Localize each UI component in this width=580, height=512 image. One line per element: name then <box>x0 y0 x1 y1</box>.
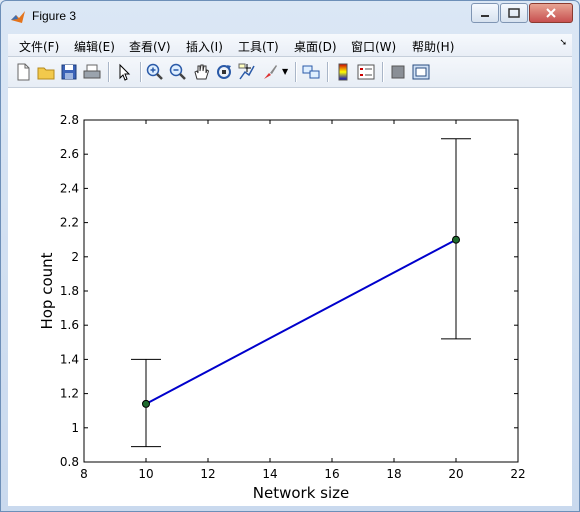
data-point <box>142 399 150 408</box>
figure-window: Figure 3 文件(F) 编辑(E) 查看(V) 插入(I) 工具(T) 桌… <box>0 0 580 512</box>
matlab-logo-icon <box>11 11 25 23</box>
figure-toolbar: ▼ <box>8 57 572 88</box>
minimize-button[interactable] <box>471 3 499 23</box>
y-tick-label: 0.8 <box>60 455 79 469</box>
x-tick-label: 22 <box>510 467 525 481</box>
rotate-3d-icon[interactable] <box>214 62 234 82</box>
link-plot-icon[interactable] <box>301 62 321 82</box>
colorbar-icon[interactable] <box>333 62 353 82</box>
x-tick-label: 8 <box>80 467 88 481</box>
x-tick-label: 20 <box>448 467 463 481</box>
pan-hand-icon[interactable] <box>191 62 211 82</box>
errorbar-chart: 8 10 12 14 16 18 20 22 0.8 1 1.2 1.4 1.6 1.8 2 2.2 2.4 2.… <box>38 113 526 502</box>
x-tick-label: 14 <box>262 467 277 481</box>
y-tick-label: 2.8 <box>60 113 79 127</box>
open-file-icon[interactable] <box>36 62 56 82</box>
y-axis-label: Hop count <box>38 252 56 329</box>
edit-plot-arrow-icon[interactable] <box>114 62 134 82</box>
new-figure-icon[interactable] <box>13 62 33 82</box>
x-tick-label: 12 <box>200 467 215 481</box>
menu-overflow-icon[interactable]: ➘ <box>559 38 567 48</box>
menu-window[interactable]: 窗口(W) <box>351 38 396 55</box>
y-tick-label: 1.2 <box>60 387 79 401</box>
y-tick-label: 2.4 <box>60 181 79 195</box>
menu-edit[interactable]: 编辑(E) <box>74 38 115 55</box>
zoom-in-icon[interactable] <box>145 62 165 82</box>
data-point <box>452 235 460 244</box>
x-tick-label: 10 <box>138 467 153 481</box>
y-tick-label: 1 <box>71 421 79 435</box>
figure-canvas: 8 10 12 14 16 18 20 22 0.8 1 1.2 1.4 1.6 1.8 2 2.2 2.4 2.… <box>8 88 572 506</box>
axes-box <box>83 119 519 463</box>
y-tick-label: 1.8 <box>60 284 79 298</box>
save-icon[interactable] <box>59 62 79 82</box>
print-icon[interactable] <box>82 62 102 82</box>
hide-plot-tools-icon[interactable] <box>388 62 408 82</box>
legend-icon[interactable] <box>356 62 376 82</box>
menu-desktop[interactable]: 桌面(D) <box>294 38 337 55</box>
y-tick-label: 1.4 <box>60 352 79 366</box>
y-tick-label: 2.6 <box>60 147 79 161</box>
menu-help[interactable]: 帮助(H) <box>412 38 454 55</box>
data-cursor-icon[interactable] <box>237 62 257 82</box>
menu-tools[interactable]: 工具(T) <box>238 38 279 55</box>
menu-bar: 文件(F) 编辑(E) 查看(V) 插入(I) 工具(T) 桌面(D) 窗口(W… <box>8 34 572 57</box>
minimize-icon <box>481 15 489 17</box>
menu-view[interactable]: 查看(V) <box>129 38 171 55</box>
menu-insert[interactable]: 插入(I) <box>186 38 223 55</box>
maximize-button[interactable] <box>500 3 528 23</box>
window-title: Figure 3 <box>32 9 77 23</box>
close-icon <box>546 8 556 18</box>
title-bar[interactable]: Figure 3 <box>1 1 579 31</box>
x-tick-label: 16 <box>324 467 339 481</box>
x-tick-label: 18 <box>386 467 401 481</box>
y-tick-label: 2 <box>71 250 79 264</box>
y-tick-label: 2.2 <box>60 216 79 230</box>
restore-icon <box>508 8 520 18</box>
close-button[interactable] <box>529 3 573 23</box>
brush-dropdown-icon[interactable]: ▼ <box>282 67 288 76</box>
show-plot-tools-icon[interactable] <box>411 62 431 82</box>
x-axis-label: Network size <box>253 484 349 502</box>
zoom-out-icon[interactable] <box>168 62 188 82</box>
y-tick-label: 1.6 <box>60 318 79 332</box>
menu-file[interactable]: 文件(F) <box>19 38 59 55</box>
brush-icon[interactable] <box>260 62 280 82</box>
